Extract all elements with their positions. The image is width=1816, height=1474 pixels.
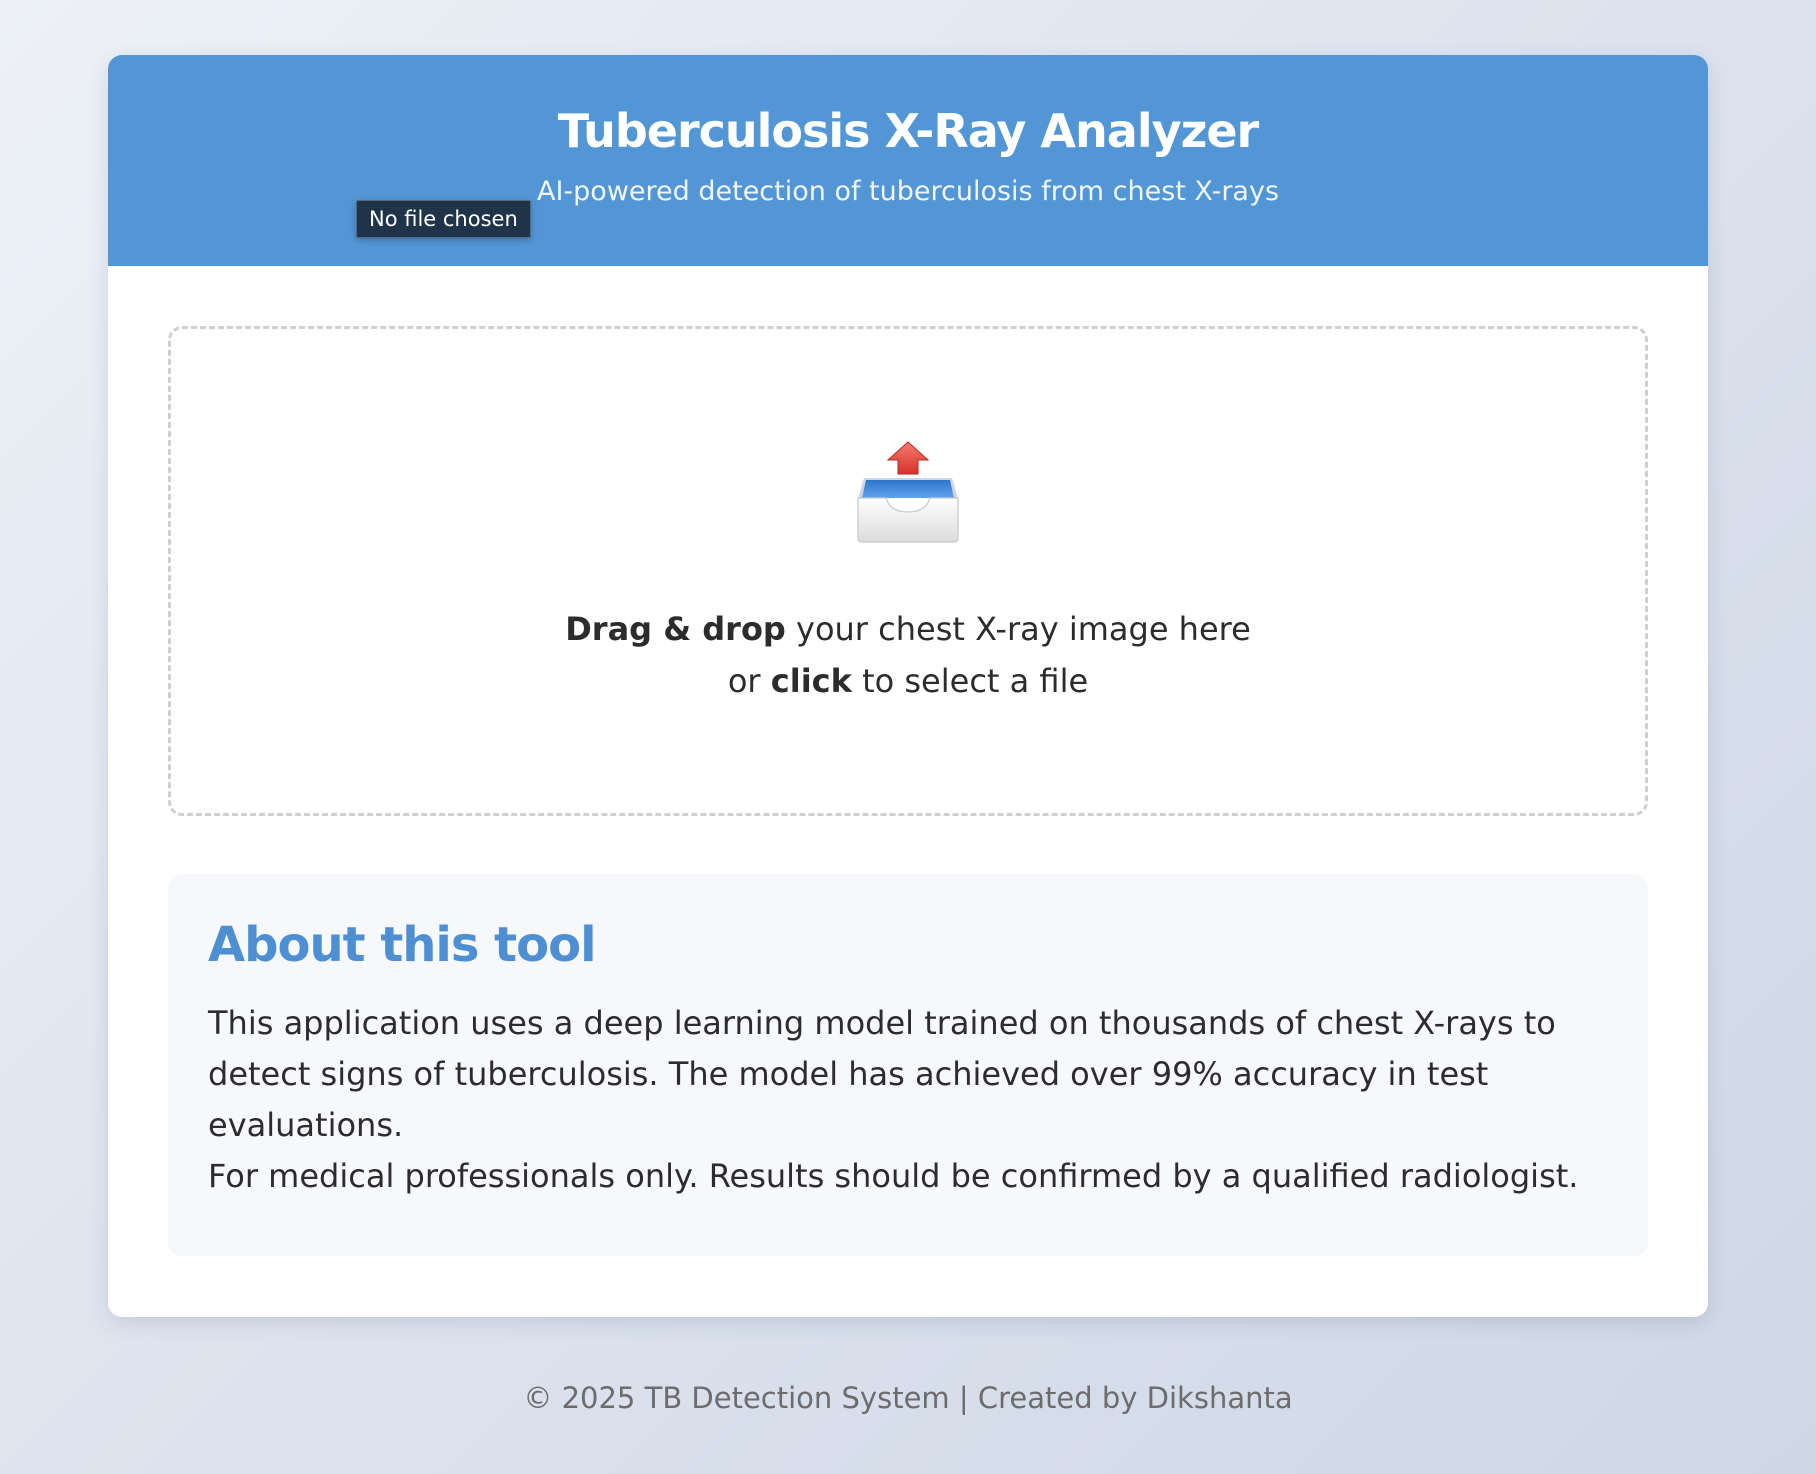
page-footer: © 2025 TB Detection System | Created by … [523,1381,1293,1415]
or-text: or [727,662,771,700]
click-rest: to select a file [851,662,1089,700]
upload-dropzone[interactable]: Drag & drop your chest X-ray image here … [168,326,1648,816]
about-disclaimer: For medical professionals only. Results … [208,1157,1579,1196]
drag-drop-rest: your chest X-ray image here [785,610,1251,648]
page-title: Tuberculosis X-Ray Analyzer [557,104,1259,158]
app-header: Tuberculosis X-Ray Analyzer AI-powered d… [108,55,1708,266]
dropzone-instructions: Drag & drop your chest X-ray image here … [171,603,1645,707]
click-strong: click [770,662,852,700]
page-subtitle: AI-powered detection of tuberculosis fro… [536,176,1280,208]
main-card: Tuberculosis X-Ray Analyzer AI-powered d… [108,55,1708,1317]
about-heading: About this tool [208,917,597,973]
about-section: About this tool This application uses a … [168,874,1648,1256]
content-area: Drag & drop your chest X-ray image here … [108,266,1708,1256]
file-input-tooltip: No file chosen [356,200,531,238]
drag-drop-strong: Drag & drop [565,610,786,648]
about-description: This application uses a deep learning mo… [208,1004,1556,1145]
inbox-upload-icon [857,441,959,543]
dropzone-line-2: or click to select a file [171,655,1645,707]
dropzone-line-1: Drag & drop your chest X-ray image here [171,603,1645,655]
